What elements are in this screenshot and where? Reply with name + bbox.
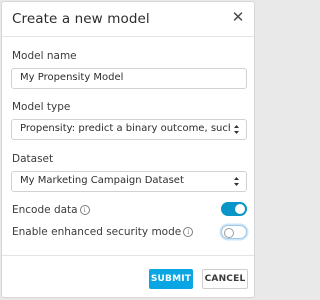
toggle-knob bbox=[224, 227, 234, 238]
model-type-label: Model type bbox=[12, 101, 71, 113]
model-name-value: My Propensity Model bbox=[20, 72, 124, 83]
model-type-value: Propensity: predict a binary outcome, su… bbox=[20, 123, 230, 134]
dataset-value: My Marketing Campaign Dataset bbox=[20, 175, 184, 186]
header-divider bbox=[2, 36, 254, 37]
toggle-knob bbox=[235, 204, 245, 214]
select-arrows-icon bbox=[234, 125, 239, 134]
dataset-select[interactable]: My Marketing Campaign Dataset bbox=[11, 171, 247, 192]
select-arrows-icon bbox=[234, 177, 239, 186]
close-icon[interactable]: ✕ bbox=[231, 9, 245, 25]
submit-button[interactable]: SUBMIT bbox=[149, 269, 193, 289]
cancel-button[interactable]: CANCEL bbox=[202, 269, 248, 289]
create-model-dialog: Create a new model ✕ Model name My Prope… bbox=[1, 1, 255, 298]
model-type-select[interactable]: Propensity: predict a binary outcome, su… bbox=[11, 119, 247, 140]
encode-data-text: Encode data bbox=[12, 204, 78, 216]
enhanced-security-label: Enable enhanced security mode i bbox=[12, 226, 194, 238]
enhanced-security-toggle[interactable] bbox=[221, 225, 247, 239]
model-name-label: Model name bbox=[12, 50, 77, 62]
dataset-label: Dataset bbox=[12, 153, 54, 165]
footer-divider bbox=[2, 255, 254, 256]
model-name-input[interactable]: My Propensity Model bbox=[11, 68, 247, 89]
encode-data-toggle[interactable] bbox=[221, 202, 247, 216]
dialog-header: Create a new model ✕ bbox=[2, 2, 254, 36]
dialog-title: Create a new model bbox=[12, 11, 150, 27]
enhanced-security-text: Enable enhanced security mode bbox=[12, 226, 182, 238]
info-icon[interactable]: i bbox=[183, 227, 194, 237]
encode-data-label: Encode data i bbox=[12, 204, 90, 216]
info-icon[interactable]: i bbox=[79, 205, 90, 215]
